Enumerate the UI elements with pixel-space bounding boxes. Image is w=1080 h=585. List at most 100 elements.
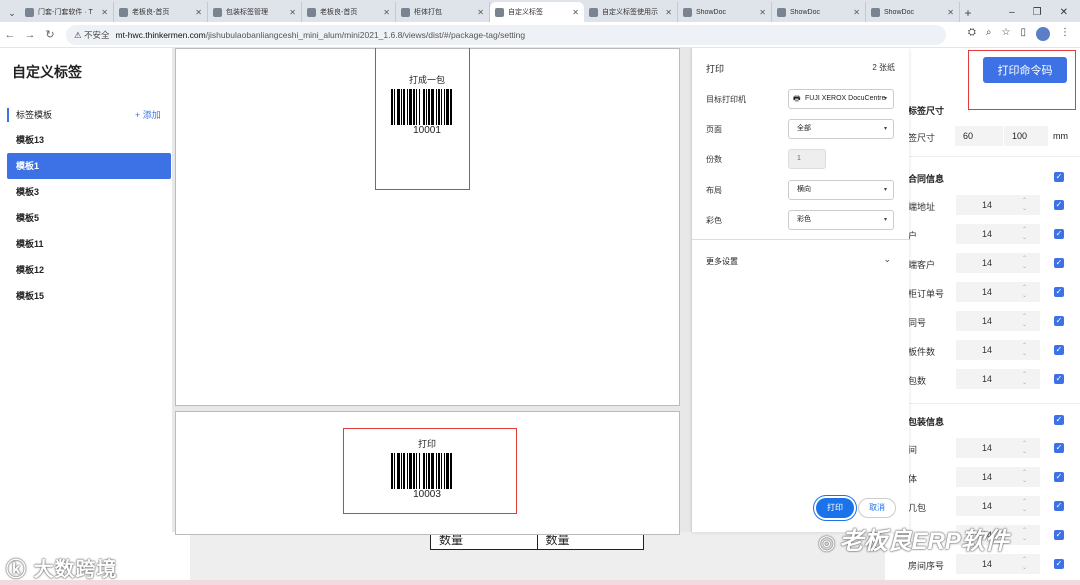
browser-tab[interactable]: 老板良-首页 ✕ xyxy=(114,2,208,22)
zoom-icon[interactable]: ⌕ xyxy=(986,27,992,41)
more-settings-toggle[interactable]: 更多设置 xyxy=(706,256,738,267)
minimize-icon[interactable]: – xyxy=(1009,7,1015,18)
package-section-checkbox[interactable]: ✓ xyxy=(1054,415,1064,425)
font-size-input[interactable]: 14 xyxy=(956,438,1040,458)
stepper-icon[interactable]: ⌃ ⌄ xyxy=(1022,371,1027,387)
tab-close-icon[interactable]: ✕ xyxy=(289,8,296,17)
field-checkbox[interactable]: ✓ xyxy=(1054,443,1064,453)
stepper-icon[interactable]: ⌃ ⌄ xyxy=(1022,440,1027,456)
stepper-icon[interactable]: ⌃ ⌄ xyxy=(1022,556,1027,572)
field-checkbox[interactable]: ✓ xyxy=(1054,316,1064,326)
tab-close-icon[interactable]: ✕ xyxy=(383,8,390,17)
label-width-input[interactable]: 60 xyxy=(955,126,1003,146)
browser-tab[interactable]: ShowDoc ✕ xyxy=(678,2,772,22)
font-size-input[interactable]: 14 xyxy=(956,369,1040,389)
tab-close-icon[interactable]: ✕ xyxy=(195,8,202,17)
tab-close-icon[interactable]: ✕ xyxy=(572,8,579,17)
tab-close-icon[interactable]: ✕ xyxy=(101,8,108,17)
font-size-input[interactable]: 14 xyxy=(956,195,1040,215)
url-field[interactable]: ⚠ 不安全 mt-hwc.thinkermen.com/jishubulaoba… xyxy=(66,25,946,45)
pages-value: 全部 xyxy=(797,125,811,132)
browser-tab[interactable]: ShowDoc ✕ xyxy=(866,2,960,22)
field-checkbox[interactable]: ✓ xyxy=(1054,472,1064,482)
contract-section-checkbox[interactable]: ✓ xyxy=(1054,172,1064,182)
stepper-icon[interactable]: ⌃ ⌄ xyxy=(1022,197,1027,213)
browser-tab[interactable]: 柜体打包 ✕ xyxy=(396,2,490,22)
template-list-item[interactable]: 模板5 xyxy=(7,205,171,231)
stepper-icon[interactable]: ⌃ ⌄ xyxy=(1022,469,1027,485)
profile-avatar[interactable] xyxy=(1036,27,1050,41)
tab-close-icon[interactable]: ✕ xyxy=(759,8,766,17)
forward-icon[interactable]: → xyxy=(20,29,40,41)
field-checkbox[interactable]: ✓ xyxy=(1054,501,1064,511)
stepper-icon[interactable]: ⌃ ⌄ xyxy=(1022,313,1027,329)
stepper-icon[interactable]: ⌃ ⌄ xyxy=(1022,255,1027,271)
printer-select[interactable]: 🖶 FUJI XEROX DocuCentre ▾ xyxy=(788,89,894,109)
field-checkbox[interactable]: ✓ xyxy=(1054,287,1064,297)
printer-value: FUJI XEROX DocuCentre xyxy=(805,95,886,102)
field-checkbox[interactable]: ✓ xyxy=(1054,374,1064,384)
back-icon[interactable]: ← xyxy=(0,29,20,41)
browser-tab[interactable]: 包装标签管理 ✕ xyxy=(208,2,302,22)
print-button[interactable]: 打印 xyxy=(816,498,854,518)
font-size-input[interactable]: 14 xyxy=(956,282,1040,302)
field-checkbox[interactable]: ✓ xyxy=(1054,530,1064,540)
field-checkbox[interactable]: ✓ xyxy=(1054,258,1064,268)
field-checkbox[interactable]: ✓ xyxy=(1054,200,1064,210)
url-path: /jishubulaobanliangceshi_mini_alum/mini2… xyxy=(205,30,526,40)
field-checkbox[interactable]: ✓ xyxy=(1054,559,1064,569)
stepper-icon[interactable]: ⌃ ⌄ xyxy=(1022,342,1027,358)
pages-select[interactable]: 全部 ▾ xyxy=(788,119,894,139)
tab-close-icon[interactable]: ✕ xyxy=(947,8,954,17)
tab-favicon-icon xyxy=(307,7,316,17)
color-select[interactable]: 彩色 ▾ xyxy=(788,210,894,230)
close-window-icon[interactable]: ✕ xyxy=(1060,7,1068,18)
tab-close-icon[interactable]: ✕ xyxy=(477,8,484,17)
tab-title: ShowDoc xyxy=(696,8,726,16)
copies-input[interactable]: 1 xyxy=(788,149,826,169)
sidepanel-icon[interactable]: ▯ xyxy=(1020,27,1026,41)
stepper-icon[interactable]: ⌃ ⌄ xyxy=(1022,226,1027,242)
stepper-icon[interactable]: ⌃ ⌄ xyxy=(1022,498,1027,514)
reload-icon[interactable]: ↻ xyxy=(40,28,60,41)
add-template-button[interactable]: + 添加 xyxy=(135,108,161,121)
template-list-item[interactable]: 模板13 xyxy=(7,127,171,153)
menu-kebab-icon[interactable]: ⋮ xyxy=(1060,27,1070,41)
restore-icon[interactable]: ❐ xyxy=(1033,7,1042,18)
browser-tab[interactable]: 门套-门套软件 · T ✕ xyxy=(20,2,114,22)
template-list-item[interactable]: 模板12 xyxy=(7,257,171,283)
chevron-down-icon[interactable]: ⌄ xyxy=(883,254,891,265)
template-list-item[interactable]: 模板1 xyxy=(7,153,171,179)
cancel-button[interactable]: 取消 xyxy=(858,498,896,518)
new-tab-button[interactable]: + xyxy=(960,4,976,22)
layout-select[interactable]: 横向 ▾ xyxy=(788,180,894,200)
tab-close-icon[interactable]: ✕ xyxy=(665,8,672,17)
label-height-input[interactable]: 100 xyxy=(1004,126,1048,146)
font-size-input[interactable]: 14 xyxy=(956,253,1040,273)
tab-search-icon[interactable]: ⌄ xyxy=(4,4,20,22)
translate-icon[interactable]: ⛭ xyxy=(968,27,976,41)
font-size-input[interactable]: 14 xyxy=(956,311,1040,331)
field-checkbox[interactable]: ✓ xyxy=(1054,345,1064,355)
font-size-input[interactable]: 14 xyxy=(956,554,1040,574)
stepper-icon[interactable]: ⌃ ⌄ xyxy=(1022,284,1027,300)
font-size-input[interactable]: 14 xyxy=(956,340,1040,360)
tab-close-icon[interactable]: ✕ xyxy=(853,8,860,17)
browser-tab[interactable]: 老板良-首页 ✕ xyxy=(302,2,396,22)
template-list-item[interactable]: 模板15 xyxy=(7,283,171,309)
chevron-down-icon: ▾ xyxy=(883,96,887,102)
font-size-input[interactable]: 14 xyxy=(956,224,1040,244)
security-warning[interactable]: ⚠ 不安全 xyxy=(74,29,110,41)
font-size-input[interactable]: 14 xyxy=(956,496,1040,516)
browser-tab[interactable]: ShowDoc ✕ xyxy=(772,2,866,22)
browser-tab[interactable]: 自定义标签 ✕ xyxy=(490,2,584,22)
font-size-input[interactable]: 14 xyxy=(956,467,1040,487)
printer-icon: 🖶 xyxy=(793,94,801,103)
template-list-item[interactable]: 模板11 xyxy=(7,231,171,257)
browser-tab[interactable]: 自定义标签使用示 ✕ xyxy=(584,2,678,22)
page-title: 自定义标签 xyxy=(12,64,82,80)
field-checkbox[interactable]: ✓ xyxy=(1054,229,1064,239)
bookmark-star-icon[interactable]: ☆ xyxy=(1002,27,1011,41)
stepper-icon[interactable]: ⌃ ⌄ xyxy=(1022,527,1027,543)
template-list-item[interactable]: 模板3 xyxy=(7,179,171,205)
